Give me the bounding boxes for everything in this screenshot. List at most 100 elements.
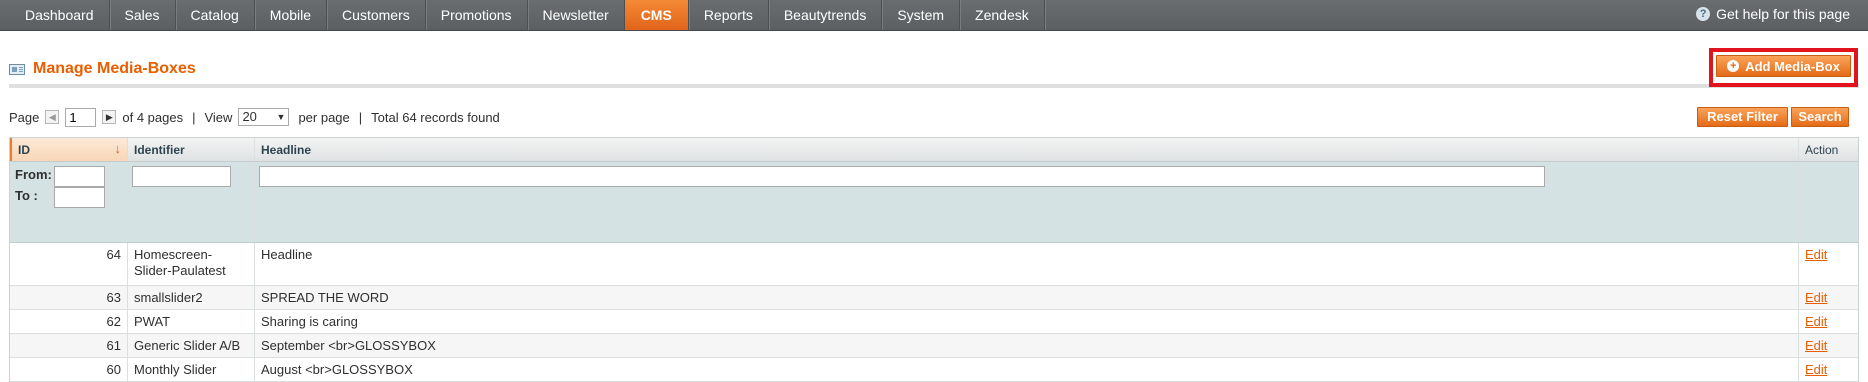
nav-item-mobile[interactable]: Mobile <box>255 0 328 30</box>
edit-link[interactable]: Edit <box>1805 247 1827 262</box>
action-filter <box>1799 162 1858 242</box>
page-number-input[interactable] <box>65 107 97 127</box>
edit-link-cell: Edit <box>1799 243 1858 285</box>
id-filter: From: To : <box>10 162 128 242</box>
edit-link[interactable]: Edit <box>1805 290 1827 305</box>
page-count: of 4 pages <box>122 109 184 125</box>
per-page-select[interactable]: 20 <box>238 108 290 126</box>
per-page-label: per page <box>298 109 350 125</box>
prev-page-icon[interactable]: ◀ <box>45 110 60 124</box>
headline-filter-input[interactable] <box>259 166 1545 187</box>
separator: | <box>358 109 363 125</box>
cell-identifier: smallslider2 <box>134 290 203 305</box>
top-nav: Dashboard Sales Catalog Mobile Customers Prom… <box>0 0 1868 31</box>
cell-headline-cell: Sharing is caring <box>255 310 1799 333</box>
cell-headline: Headline <box>261 247 313 262</box>
cell-id: 62 <box>106 314 121 329</box>
add-media-box-label: Add Media-Box <box>1745 58 1840 74</box>
column-header-action: Action <box>1805 143 1839 157</box>
media-box-icon <box>9 64 25 75</box>
cell-headline-cell: SPREAD THE WORD <box>255 286 1799 309</box>
reset-filter-button[interactable]: Reset Filter <box>1697 107 1788 127</box>
plus-icon: + <box>1727 60 1740 72</box>
cell-headline: September <br>GLOSSYBOX <box>261 338 436 353</box>
column-header-identifier[interactable]: Identifier <box>128 138 255 161</box>
table-row[interactable]: 62 PWAT Sharing is caring Edit <box>10 310 1858 334</box>
column-header-headline[interactable]: Headline <box>255 138 1799 161</box>
help-label: Get help for this page <box>1716 6 1850 22</box>
cell-id: 63 <box>106 290 121 305</box>
nav-item-reports[interactable]: Reports <box>689 0 769 30</box>
edit-link-cell: Edit <box>1799 358 1858 381</box>
separator: | <box>192 109 196 125</box>
cell-identifier-cell: Generic Slider A/B <box>128 334 255 357</box>
edit-link[interactable]: Edit <box>1805 338 1827 353</box>
table-row[interactable]: 63 smallslider2 SPREAD THE WORD Edit <box>10 286 1858 310</box>
grid-filter-row: From: To : <box>10 162 1858 243</box>
identifier-filter-input[interactable] <box>132 166 231 187</box>
help-link[interactable]: ? Get help for this page <box>1696 0 1850 28</box>
edit-link-cell: Edit <box>1799 286 1858 309</box>
cell-id: 61 <box>106 338 121 353</box>
help-icon: ? <box>1696 7 1711 21</box>
headline-filter <box>255 162 1799 242</box>
view-label: View <box>204 109 233 125</box>
cell-headline: Sharing is caring <box>261 314 358 329</box>
nav-item-newsletter[interactable]: Newsletter <box>528 0 625 30</box>
cell-headline: SPREAD THE WORD <box>261 290 389 305</box>
nav-menu: Dashboard Sales Catalog Mobile Customers Prom… <box>0 0 1868 30</box>
cell-id-cell: 61 <box>10 334 128 357</box>
id-to-input[interactable] <box>54 187 105 208</box>
identifier-filter <box>128 162 255 242</box>
media-box-grid: ID ↓ Identifier Headline Action From: To… <box>9 137 1859 382</box>
id-from-input[interactable] <box>54 166 105 187</box>
cell-identifier: PWAT <box>134 314 171 329</box>
cell-id-cell: 60 <box>10 358 128 381</box>
nav-item-dashboard[interactable]: Dashboard <box>10 0 110 30</box>
cell-identifier-cell: smallslider2 <box>128 286 255 309</box>
cell-identifier: Generic Slider A/B <box>134 338 241 353</box>
table-row[interactable]: 61 Generic Slider A/B September <br>GLOSSY… <box>10 334 1858 358</box>
cell-id-cell: 62 <box>10 310 128 333</box>
nav-item-cms[interactable]: CMS <box>624 0 689 30</box>
cell-id: 60 <box>106 362 121 377</box>
sort-desc-icon: ↓ <box>114 141 122 156</box>
cell-identifier-cell: PWAT <box>128 310 255 333</box>
edit-link[interactable]: Edit <box>1805 362 1827 377</box>
page-label: Page <box>9 109 40 125</box>
nav-item-beautytrends[interactable]: Beautytrends <box>769 0 883 30</box>
records-total: Total 64 records found <box>371 109 500 125</box>
cell-headline: August <br>GLOSSYBOX <box>261 362 413 377</box>
edit-link-cell: Edit <box>1799 310 1858 333</box>
cell-headline-cell: September <br>GLOSSYBOX <box>255 334 1799 357</box>
cell-headline-cell: Headline <box>255 243 1799 285</box>
column-header-id[interactable]: ID ↓ <box>10 138 128 161</box>
search-button[interactable]: Search <box>1791 107 1849 127</box>
cell-id: 64 <box>106 247 121 262</box>
nav-item-sales[interactable]: Sales <box>110 0 176 30</box>
next-page-icon[interactable]: ▶ <box>102 110 117 124</box>
table-row[interactable]: 60 Monthly Slider August <br>GLOSSYBOX Edit <box>10 358 1858 382</box>
page-title: Manage Media-Boxes <box>33 60 196 77</box>
column-id-label: ID <box>18 143 30 157</box>
cell-identifier-cell: Homescreen-Slider-Paulatest <box>128 243 255 285</box>
cell-identifier-cell: Monthly Slider <box>128 358 255 381</box>
edit-link[interactable]: Edit <box>1805 314 1827 329</box>
filter-to-label: To : <box>15 188 38 203</box>
cell-id-cell: 63 <box>10 286 128 309</box>
nav-item-catalog[interactable]: Catalog <box>176 0 255 30</box>
table-row[interactable]: 64 Homescreen-Slider-Paulatest Headline Edi… <box>10 243 1858 286</box>
nav-item-promotions[interactable]: Promotions <box>426 0 528 30</box>
nav-item-customers[interactable]: Customers <box>327 0 426 30</box>
filter-from-label: From: <box>15 167 52 182</box>
pager: Page ◀ ▶ of 4 pages | View 20 per page |… <box>9 107 500 127</box>
add-media-box-button[interactable]: + Add Media-Box <box>1716 55 1851 77</box>
edit-link-cell: Edit <box>1799 334 1858 357</box>
nav-item-system[interactable]: System <box>882 0 961 30</box>
cell-identifier: Monthly Slider <box>134 362 217 377</box>
cell-identifier: Homescreen-Slider-Paulatest <box>134 247 226 278</box>
cell-headline-cell: August <br>GLOSSYBOX <box>255 358 1799 381</box>
nav-item-zendesk[interactable]: Zendesk <box>960 0 1045 30</box>
grid-header-row: ID ↓ Identifier Headline Action <box>10 138 1858 162</box>
page-header: Manage Media-Boxes <box>9 56 1859 88</box>
